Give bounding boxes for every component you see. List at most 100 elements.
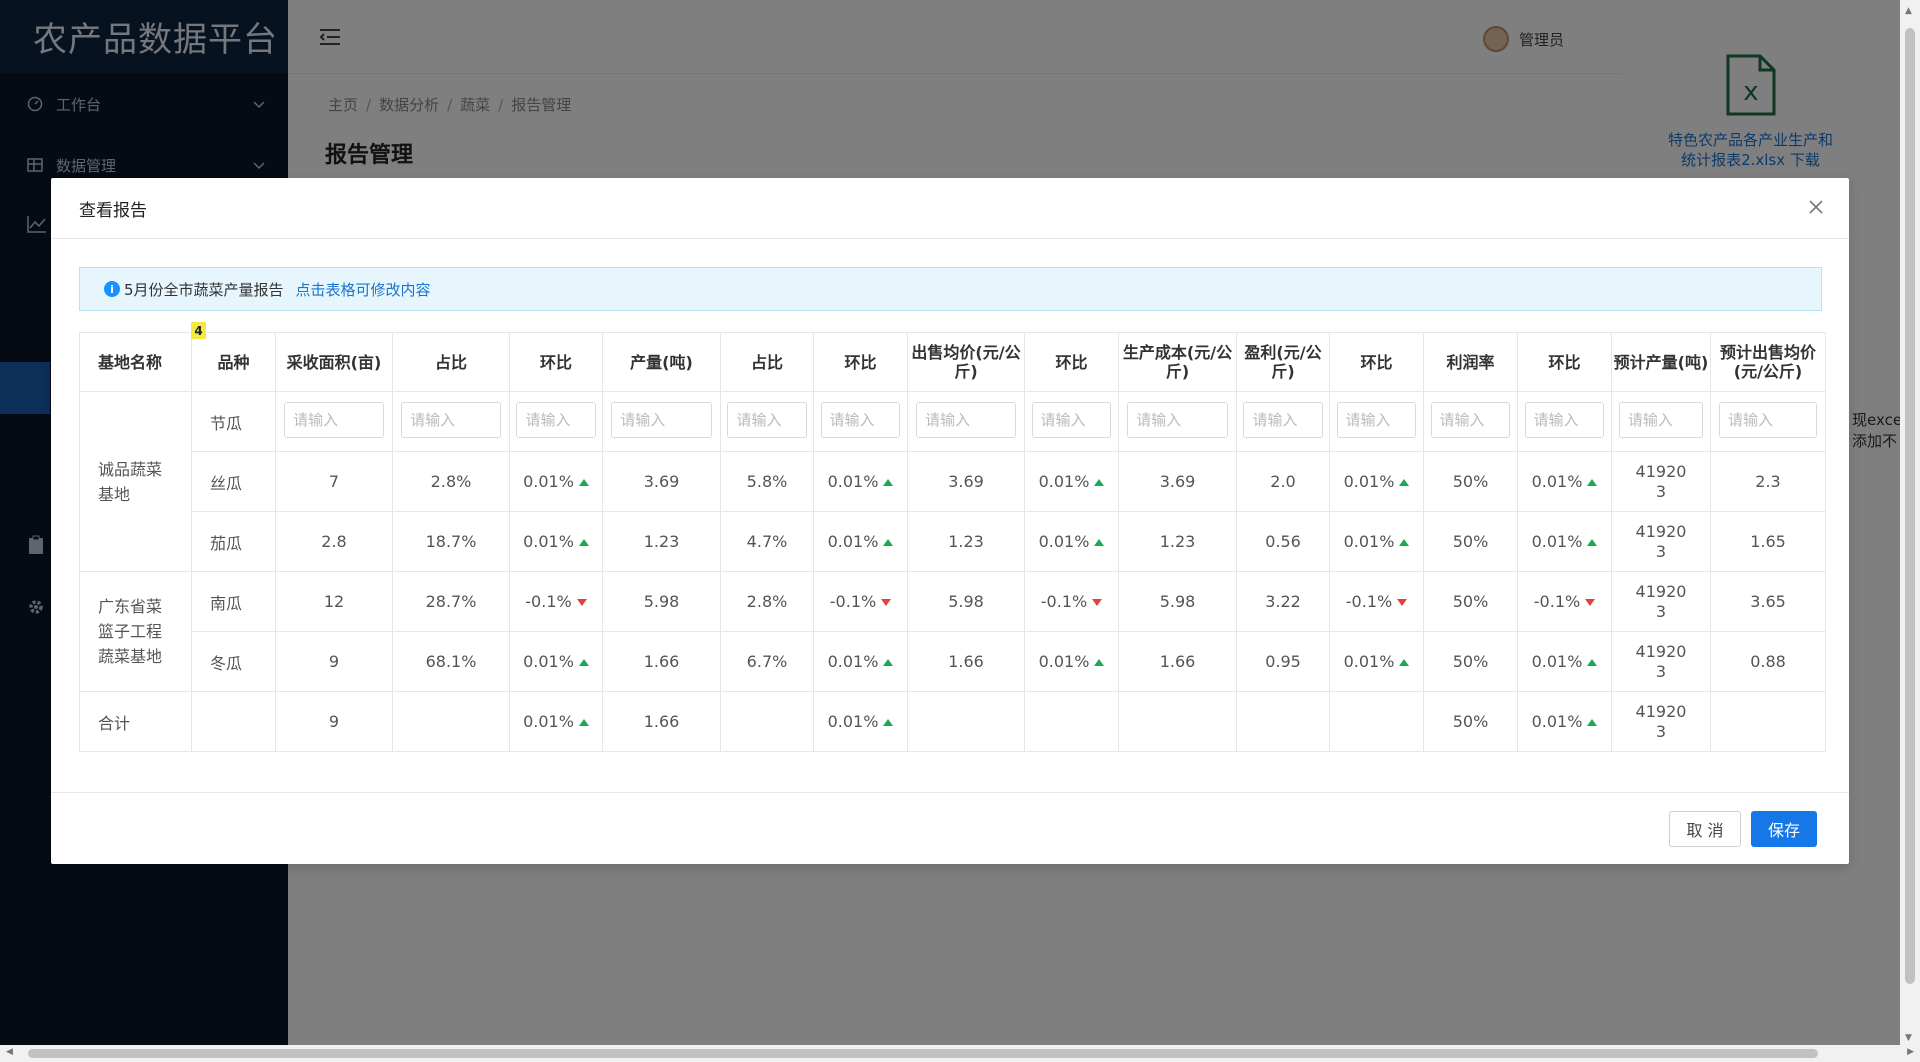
table-cell[interactable]: 请输入	[1710, 391, 1826, 452]
table-cell[interactable]: 丝瓜	[191, 451, 276, 512]
table-cell[interactable]	[907, 691, 1025, 752]
table-cell[interactable]: 1.23	[602, 511, 721, 572]
table-cell[interactable]: 4.7%	[720, 511, 814, 572]
table-cell[interactable]: 请输入	[509, 391, 603, 452]
table-cell[interactable]: -0.1%	[813, 571, 908, 632]
table-cell[interactable]: 0.01%	[1517, 691, 1612, 752]
table-cell[interactable]: 请输入	[720, 391, 814, 452]
close-icon[interactable]	[1805, 196, 1827, 218]
table-cell[interactable]: 2.8	[275, 511, 393, 572]
cancel-button[interactable]: 取 消	[1669, 811, 1741, 847]
table-cell[interactable]	[720, 691, 814, 752]
table-cell[interactable]: 请输入	[1236, 391, 1330, 452]
table-cell[interactable]: 9	[275, 691, 393, 752]
table-cell[interactable]	[191, 691, 276, 752]
table-cell[interactable]: -0.1%	[1024, 571, 1119, 632]
table-cell[interactable]: 请输入	[907, 391, 1025, 452]
table-cell[interactable]: 合计	[79, 691, 192, 752]
table-cell[interactable]: 请输入	[1024, 391, 1119, 452]
table-cell[interactable]: 0.01%	[509, 451, 603, 512]
vertical-scrollbar[interactable]: ▲ ▼	[1900, 0, 1920, 1045]
table-cell[interactable]: 1.23	[1118, 511, 1237, 572]
cell-input[interactable]: 请输入	[516, 401, 596, 438]
table-cell[interactable]: 南瓜	[191, 571, 276, 632]
table-cell[interactable]: 1.66	[1118, 631, 1237, 692]
cell-input[interactable]: 请输入	[1336, 401, 1417, 438]
cell-input[interactable]: 请输入	[1524, 401, 1605, 438]
cell-input[interactable]: 请输入	[1718, 401, 1818, 438]
table-cell[interactable]: 28.7%	[392, 571, 510, 632]
table-cell[interactable]: 请输入	[275, 391, 393, 452]
table-cell[interactable]: 广东省菜篮子工程蔬菜基地	[79, 571, 192, 692]
table-cell[interactable]: 3.69	[602, 451, 721, 512]
table-cell[interactable]: 1.66	[602, 631, 721, 692]
table-cell[interactable]: -0.1%	[1329, 571, 1424, 632]
table-cell[interactable]: 0.01%	[1517, 451, 1612, 512]
table-cell[interactable]: 3.65	[1710, 571, 1826, 632]
cell-input[interactable]: 请输入	[1243, 401, 1323, 438]
table-cell[interactable]	[392, 691, 510, 752]
table-cell[interactable]	[1118, 691, 1237, 752]
table-cell[interactable]: 3.22	[1236, 571, 1330, 632]
cell-input[interactable]: 请输入	[1127, 401, 1228, 438]
table-cell[interactable]: -0.1%	[1517, 571, 1612, 632]
table-cell[interactable]: 5.8%	[720, 451, 814, 512]
table-cell[interactable]: 50%	[1423, 451, 1518, 512]
table-cell[interactable]: 请输入	[1118, 391, 1237, 452]
table-cell[interactable]: 0.95	[1236, 631, 1330, 692]
save-button[interactable]: 保存	[1751, 811, 1817, 847]
table-cell[interactable]: 18.7%	[392, 511, 510, 572]
table-cell[interactable]: 2.8%	[720, 571, 814, 632]
table-cell[interactable]: 0.01%	[1329, 451, 1424, 512]
cell-input[interactable]: 请输入	[284, 401, 384, 438]
table-cell[interactable]: 50%	[1423, 631, 1518, 692]
table-cell[interactable]: 2.3	[1710, 451, 1826, 512]
table-cell[interactable]: 50%	[1423, 691, 1518, 752]
cell-input[interactable]: 请输入	[916, 401, 1016, 438]
table-cell[interactable]: 0.01%	[1329, 511, 1424, 572]
table-cell[interactable]: 9	[275, 631, 393, 692]
cell-input[interactable]: 请输入	[1618, 401, 1704, 438]
cell-input[interactable]: 请输入	[611, 401, 712, 438]
table-cell[interactable]	[1329, 691, 1424, 752]
table-cell[interactable]: 0.01%	[813, 451, 908, 512]
table-cell[interactable]: 0.56	[1236, 511, 1330, 572]
table-cell[interactable]: 5.98	[1118, 571, 1237, 632]
table-cell[interactable]: 茄瓜	[191, 511, 276, 572]
cell-input[interactable]: 请输入	[1031, 401, 1112, 438]
table-cell[interactable]: 0.88	[1710, 631, 1826, 692]
table-cell[interactable]: 50%	[1423, 511, 1518, 572]
table-cell[interactable]: 请输入	[1517, 391, 1612, 452]
horizontal-scrollbar[interactable]: ◀ ▶	[0, 1045, 1920, 1062]
table-cell[interactable]: 1.23	[907, 511, 1025, 572]
table-cell[interactable]: 419203	[1611, 451, 1711, 512]
table-cell[interactable]	[1236, 691, 1330, 752]
table-cell[interactable]: 12	[275, 571, 393, 632]
table-cell[interactable]: 0.01%	[1024, 451, 1119, 512]
table-cell[interactable]: 请输入	[392, 391, 510, 452]
table-cell[interactable]: 5.98	[907, 571, 1025, 632]
table-cell[interactable]: 419203	[1611, 631, 1711, 692]
table-cell[interactable]: 请输入	[1329, 391, 1424, 452]
table-cell[interactable]: 0.01%	[509, 691, 603, 752]
table-cell[interactable]: 3.69	[907, 451, 1025, 512]
table-cell[interactable]: 请输入	[602, 391, 721, 452]
table-cell[interactable]: -0.1%	[509, 571, 603, 632]
table-cell[interactable]: 0.01%	[1517, 631, 1612, 692]
table-cell[interactable]	[1024, 691, 1119, 752]
table-cell[interactable]: 419203	[1611, 511, 1711, 572]
table-cell[interactable]: 419203	[1611, 571, 1711, 632]
cell-input[interactable]: 请输入	[401, 401, 501, 438]
table-cell[interactable]: 请输入	[813, 391, 908, 452]
table-cell[interactable]: 68.1%	[392, 631, 510, 692]
table-cell[interactable]: 0.01%	[813, 631, 908, 692]
table-cell[interactable]: 0.01%	[509, 511, 603, 572]
table-cell[interactable]: 7	[275, 451, 393, 512]
cell-input[interactable]: 请输入	[727, 401, 807, 438]
table-cell[interactable]: 节瓜	[191, 391, 276, 452]
table-cell[interactable]: 1.66	[907, 631, 1025, 692]
table-cell[interactable]: 3.69	[1118, 451, 1237, 512]
table-cell[interactable]: 冬瓜	[191, 631, 276, 692]
table-cell[interactable]: 0.01%	[1024, 511, 1119, 572]
table-cell[interactable]: 5.98	[602, 571, 721, 632]
